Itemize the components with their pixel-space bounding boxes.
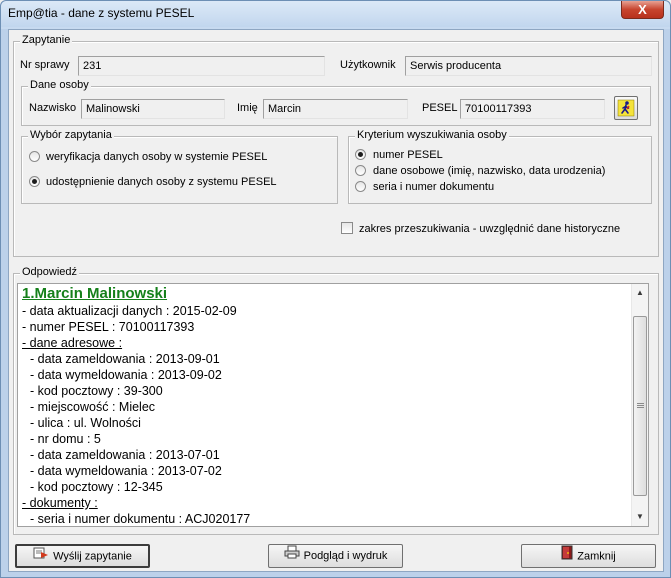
radio-numer-pesel[interactable] bbox=[355, 149, 366, 160]
send-icon bbox=[33, 546, 49, 567]
kryterium-group: Kryterium wyszukiwania osoby numer PESEL… bbox=[348, 129, 652, 204]
search-person-button[interactable] bbox=[614, 96, 638, 120]
uzytkownik-field[interactable]: Serwis producenta bbox=[405, 56, 652, 76]
zapytanie-legend: Zapytanie bbox=[20, 34, 73, 46]
dane-osoby-group: Dane osoby Nazwisko Malinowski Imię Marc… bbox=[21, 79, 651, 126]
kryterium-legend: Kryterium wyszukiwania osoby bbox=[355, 129, 509, 141]
zapytanie-group: Zapytanie Nr sprawy 231 Użytkownik Serwi… bbox=[13, 34, 659, 257]
odpowiedz-legend: Odpowiedź bbox=[20, 266, 80, 278]
person-walking-icon bbox=[617, 99, 635, 117]
window-close-button[interactable]: X bbox=[621, 1, 664, 19]
nr-sprawy-field[interactable]: 231 bbox=[78, 56, 325, 76]
response-line: - kod pocztowy : 12-345 bbox=[30, 480, 163, 494]
response-scrollbar[interactable]: ▲ ▼ bbox=[631, 284, 648, 526]
historyczne-checkbox[interactable] bbox=[341, 222, 353, 234]
dane-osoby-legend: Dane osoby bbox=[28, 79, 91, 91]
response-line: - data wymeldowania : 2013-09-02 bbox=[30, 368, 222, 382]
response-line: - data zameldowania : 2013-09-01 bbox=[30, 352, 220, 366]
window-title: Emp@tia - dane z systemu PESEL bbox=[8, 6, 195, 20]
nr-sprawy-label: Nr sprawy bbox=[20, 59, 70, 71]
response-line: - numer PESEL : 70100117393 bbox=[22, 320, 195, 334]
response-line: - miejscowość : Mielec bbox=[30, 400, 156, 414]
wybor-zapytania-legend: Wybór zapytania bbox=[28, 129, 114, 141]
send-query-label: Wyślij zapytanie bbox=[53, 550, 132, 563]
imie-label: Imię bbox=[237, 102, 258, 114]
response-line: - data zameldowania : 2013-07-01 bbox=[30, 448, 220, 462]
preview-print-button[interactable]: Podgląd i wydruk bbox=[268, 544, 403, 568]
response-line: - dokumenty : bbox=[22, 496, 98, 510]
radio-weryfikacja-label[interactable]: weryfikacja danych osoby w systemie PESE… bbox=[46, 151, 267, 163]
scroll-up-icon[interactable]: ▲ bbox=[632, 284, 648, 301]
response-line: - dane adresowe : bbox=[22, 336, 123, 350]
radio-dane-osobowe-label[interactable]: dane osobowe (imię, nazwisko, data urodz… bbox=[373, 165, 605, 177]
preview-print-label: Podgląd i wydruk bbox=[303, 550, 388, 562]
app-window: Emp@tia - dane z systemu PESEL X Zapytan… bbox=[0, 0, 671, 578]
radio-seria-dokumentu[interactable] bbox=[355, 181, 366, 192]
radio-seria-dokumentu-label[interactable]: seria i numer dokumentu bbox=[373, 181, 494, 193]
radio-udostepnienie-label[interactable]: udostępnienie danych osoby z systemu PES… bbox=[46, 176, 277, 188]
response-title: 1.Marcin Malinowski bbox=[22, 285, 168, 302]
nazwisko-label: Nazwisko bbox=[29, 102, 77, 114]
radio-dane-osobowe[interactable] bbox=[355, 165, 366, 176]
door-exit-icon bbox=[561, 545, 573, 568]
pesel-field[interactable]: 70100117393 bbox=[460, 99, 605, 119]
nazwisko-field[interactable]: Malinowski bbox=[81, 99, 225, 119]
radio-udostepnienie[interactable] bbox=[29, 176, 40, 187]
imie-field[interactable]: Marcin bbox=[263, 99, 408, 119]
close-label: Zamknij bbox=[577, 550, 616, 563]
response-line: - seria i numer dokumentu : ACJ020177 bbox=[30, 512, 251, 526]
radio-numer-pesel-label[interactable]: numer PESEL bbox=[373, 149, 443, 161]
scroll-thumb[interactable] bbox=[633, 316, 647, 496]
uzytkownik-label: Użytkownik bbox=[340, 59, 396, 71]
response-line: - nr domu : 5 bbox=[30, 432, 101, 446]
response-line: - data wymeldowania : 2013-07-02 bbox=[30, 464, 222, 478]
scroll-down-icon[interactable]: ▼ bbox=[632, 508, 648, 525]
response-content: 1.Marcin Malinowski - data aktualizacji … bbox=[22, 284, 622, 526]
send-query-button[interactable]: Wyślij zapytanie bbox=[15, 544, 150, 568]
response-line: - ulica : ul. Wolności bbox=[30, 416, 141, 430]
wybor-zapytania-group: Wybór zapytania weryfikacja danych osoby… bbox=[21, 129, 338, 204]
response-textbox[interactable]: 1.Marcin Malinowski - data aktualizacji … bbox=[17, 283, 649, 527]
radio-weryfikacja[interactable] bbox=[29, 151, 40, 162]
printer-icon bbox=[284, 545, 300, 567]
title-bar[interactable]: Emp@tia - dane z systemu PESEL X bbox=[1, 1, 670, 27]
historyczne-label[interactable]: zakres przeszukiwania - uwzględnić dane … bbox=[359, 223, 620, 235]
close-button[interactable]: Zamknij bbox=[521, 544, 656, 568]
response-line: - data aktualizacji danych : 2015-02-09 bbox=[22, 304, 237, 318]
response-line: - kod pocztowy : 39-300 bbox=[30, 384, 163, 398]
client-area: Zapytanie Nr sprawy 231 Użytkownik Serwi… bbox=[8, 29, 664, 572]
pesel-label: PESEL bbox=[422, 102, 458, 114]
